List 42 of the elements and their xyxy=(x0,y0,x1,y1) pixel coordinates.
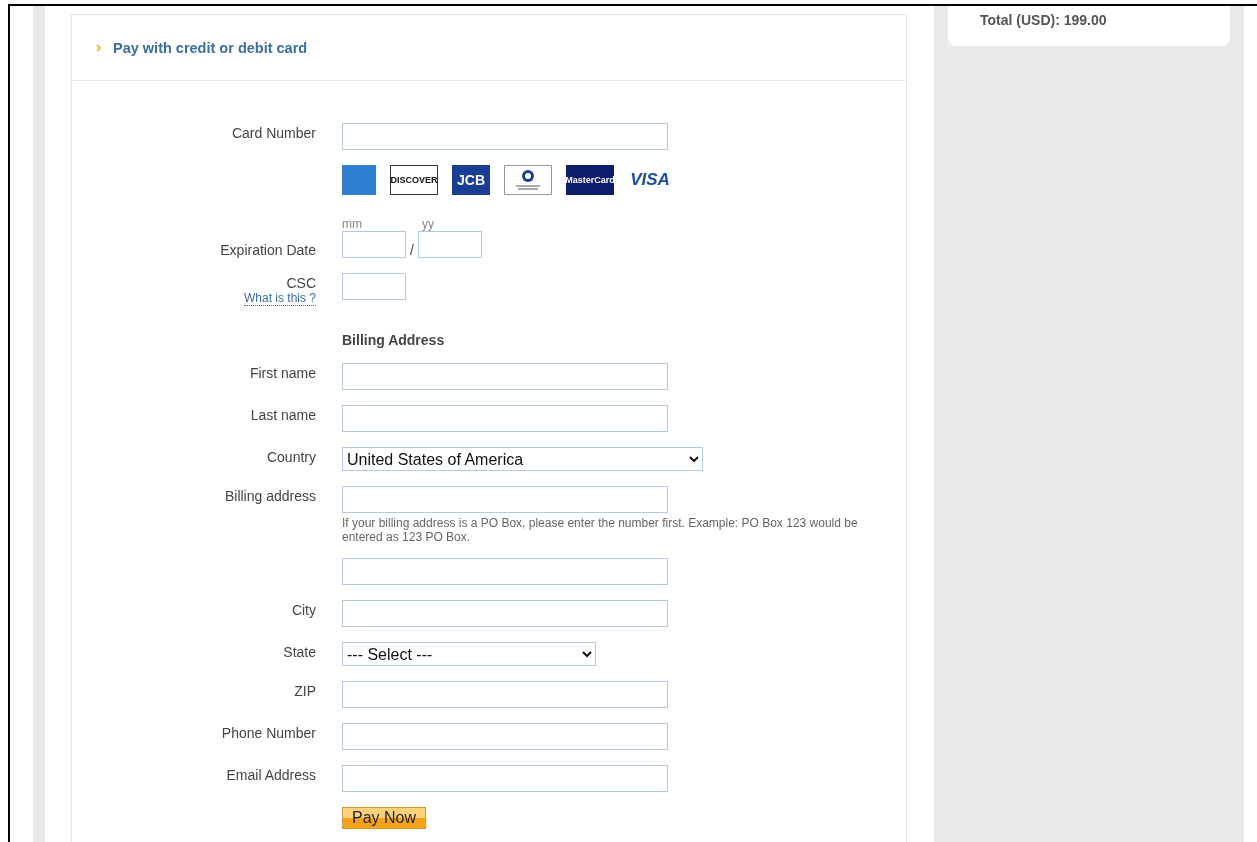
field-label: ZIP xyxy=(294,683,316,699)
card-logo: DISCOVER xyxy=(390,165,438,195)
pay-button[interactable]: Pay Now xyxy=(342,807,427,829)
text-field[interactable] xyxy=(342,405,668,432)
field-label: Country xyxy=(266,449,316,465)
year-hint: yy xyxy=(420,217,435,231)
card-logo: JCB xyxy=(452,165,490,195)
field-label: Phone Number xyxy=(221,725,316,741)
field-label: Billing address xyxy=(224,488,316,504)
field-label: Expiration Date xyxy=(220,242,316,258)
help-link[interactable]: What is this ? xyxy=(243,291,316,306)
text-field[interactable] xyxy=(342,723,668,750)
card-logo xyxy=(504,165,552,195)
text-field[interactable] xyxy=(342,558,668,585)
field-label: Card Number xyxy=(231,125,316,141)
dropdown[interactable]: --- Select --- xyxy=(342,642,596,666)
text-field[interactable] xyxy=(342,681,668,708)
field-label: Email Address xyxy=(226,767,316,783)
dropdown[interactable]: United States of America xyxy=(342,447,703,471)
text-field[interactable] xyxy=(342,600,668,627)
text-field[interactable] xyxy=(342,123,668,150)
card-logo xyxy=(342,165,376,195)
csc-field[interactable] xyxy=(342,273,406,300)
month-field[interactable] xyxy=(342,231,406,258)
section-heading: Billing Address xyxy=(342,332,445,348)
card-logo: VISA xyxy=(629,169,671,191)
month-hint: mm xyxy=(342,217,363,231)
text-field[interactable] xyxy=(342,486,668,513)
year-field[interactable] xyxy=(417,231,482,258)
field-label: Last name xyxy=(250,407,316,423)
text-field[interactable] xyxy=(342,363,668,390)
card-logo: MasterCard xyxy=(566,165,614,195)
chevron-icon xyxy=(96,43,101,52)
field-label: State xyxy=(283,644,316,660)
date-separator: / xyxy=(410,242,414,258)
field-label: CSC xyxy=(286,275,316,291)
section-title[interactable]: Pay with credit or debit card xyxy=(113,39,308,56)
field-label: City xyxy=(291,602,316,618)
order-total: Total (USD): 199.00 xyxy=(980,12,1107,28)
field-note: If your billing address is a PO Box, please enter the number first. Example: PO Box 123 would be entered as 123 PO Box. xyxy=(342,516,859,544)
text-field[interactable] xyxy=(342,765,668,792)
field-label: First name xyxy=(249,365,316,381)
